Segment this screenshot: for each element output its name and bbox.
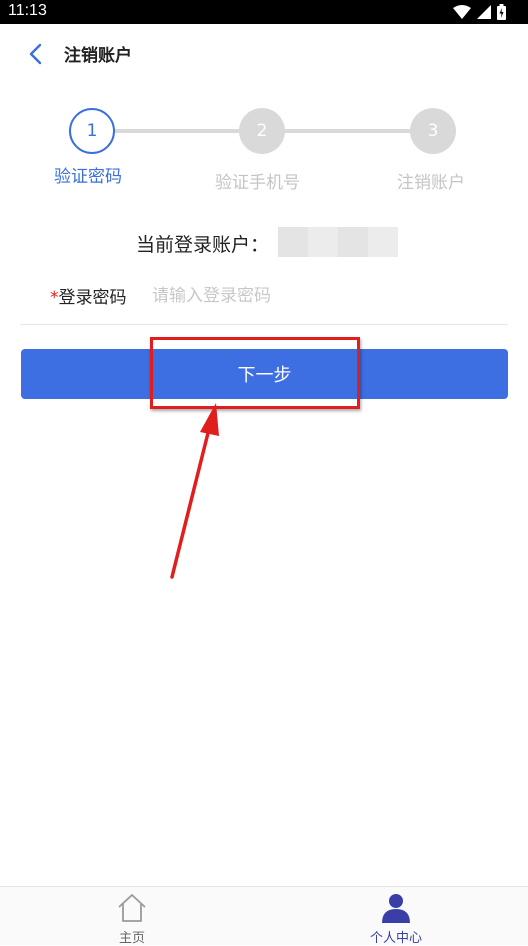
title-bar: 注销账户 [0,24,528,82]
password-label: *登录密码 [50,283,127,308]
step-connector [114,129,240,133]
tab-home-label: 主页 [118,931,145,946]
signal-icon [477,5,491,19]
next-step-button[interactable]: 下一步 [21,349,508,399]
page-title: 注销账户 [64,46,132,66]
current-account-label: 当前登录账户： [136,234,270,256]
step-progress: 1 2 3 验证密码 验证手机号 注销账户 [0,104,528,194]
tab-personal-center-label: 个人中心 [369,931,422,946]
home-icon [118,894,146,922]
step-2-label: 验证手机号 [215,173,300,193]
step-3-circle: 3 [410,108,456,154]
step-2-circle: 2 [239,108,285,154]
masked-account-value [278,227,398,257]
status-icons [453,4,506,20]
step-connector [284,129,412,133]
back-arrow-icon[interactable] [24,42,48,66]
password-label-text: 登录密码 [58,288,127,308]
battery-icon [497,4,506,20]
person-icon [382,894,410,923]
step-1-circle: 1 [69,108,115,154]
step-1-label: 验证密码 [54,167,122,187]
password-input[interactable] [150,280,494,312]
tab-personal-center[interactable]: 个人中心 [264,887,528,946]
password-row: *登录密码 [20,270,508,325]
bottom-tab-bar: 主页 个人中心 [0,886,528,946]
step-1-number: 1 [86,121,98,141]
status-time: 11:13 [8,2,47,19]
step-2-number: 2 [256,121,268,141]
status-bar: 11:13 [0,0,528,24]
required-mark: * [50,288,59,308]
wifi-icon [453,5,471,19]
tab-home[interactable]: 主页 [0,887,264,946]
step-3-label: 注销账户 [397,173,465,193]
step-3-number: 3 [427,121,439,141]
